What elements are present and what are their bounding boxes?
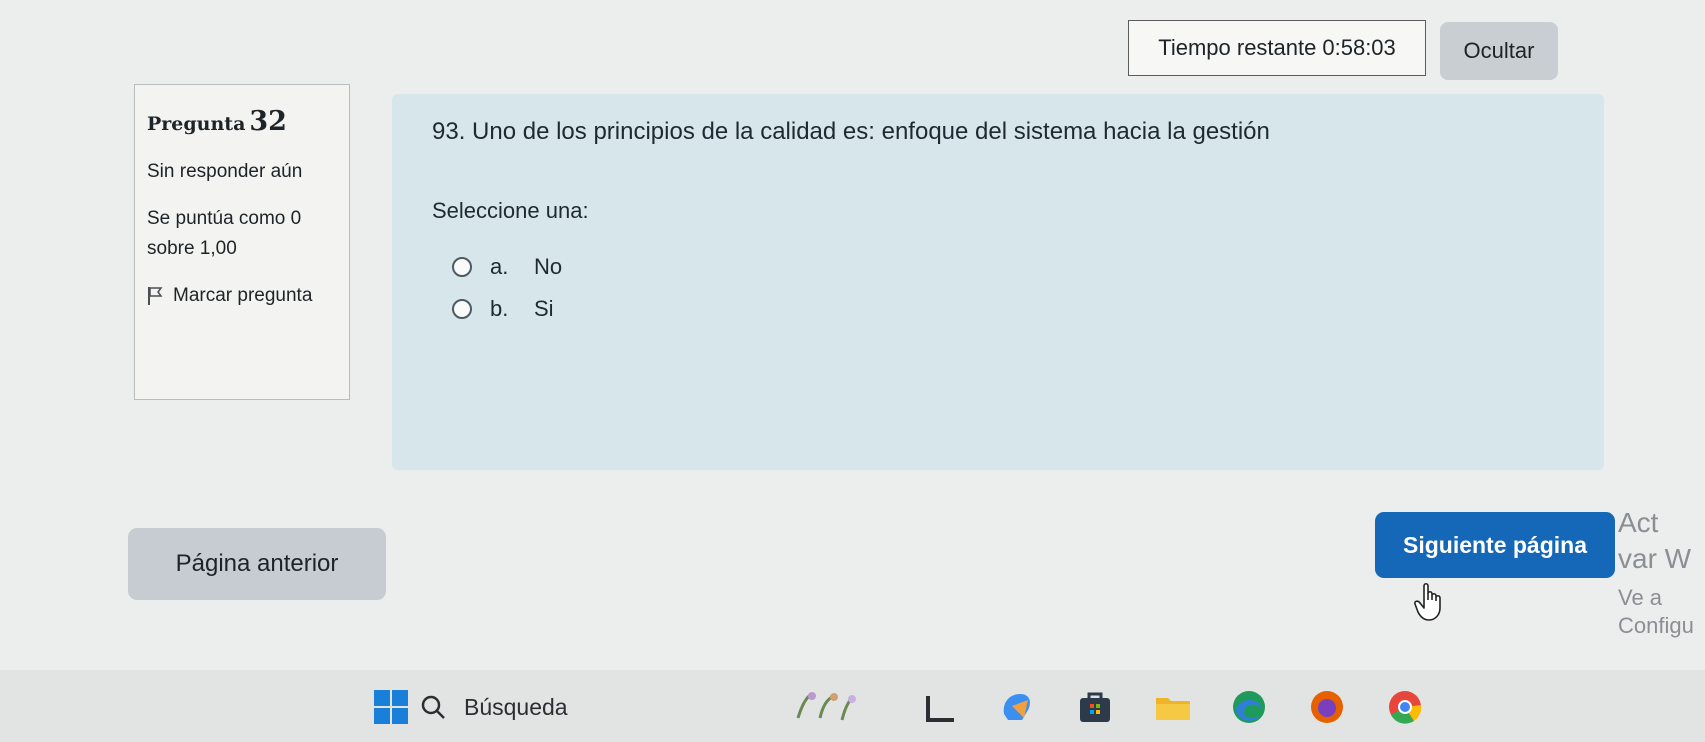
time-remaining-value: 0:58:03 (1322, 35, 1396, 60)
widgets-icon[interactable] (790, 688, 860, 726)
taskbar-search[interactable]: Búsqueda (420, 684, 810, 730)
flag-question-label: Marcar pregunta (173, 285, 313, 307)
question-prompt: Seleccione una: (432, 198, 589, 223)
store-icon[interactable] (1076, 688, 1114, 726)
option-label: No (534, 254, 563, 279)
question-title: Pregunta (147, 113, 246, 135)
option-letter: a. (490, 254, 509, 279)
answer-option-a[interactable]: a. No (452, 254, 562, 280)
task-view-icon[interactable] (922, 688, 960, 726)
question-number: 32 (249, 106, 287, 137)
next-page-button[interactable]: Siguiente página (1375, 512, 1615, 578)
time-remaining-label: Tiempo restante (1158, 35, 1317, 60)
watermark-line-2: Ve a Configu (1618, 584, 1694, 639)
hand-cursor-icon (1414, 582, 1441, 621)
question-heading: Pregunta 32 (147, 101, 337, 143)
chrome-icon[interactable] (1386, 688, 1424, 726)
firefox-icon[interactable] (1308, 688, 1346, 726)
question-info-panel: Pregunta 32 Sin responder aún Se puntúa c… (134, 84, 350, 400)
radio-button[interactable] (452, 257, 472, 277)
radio-button[interactable] (452, 299, 472, 319)
hide-timer-button[interactable]: Ocultar (1440, 22, 1558, 80)
question-panel: 93. Uno de los principios de la calidad … (392, 94, 1604, 470)
answer-option-b[interactable]: b. Si (452, 296, 554, 322)
question-text: 93. Uno de los principios de la calidad … (432, 118, 1270, 145)
flag-icon (148, 287, 163, 306)
search-placeholder: Búsqueda (464, 693, 568, 720)
option-letter: b. (490, 296, 509, 321)
previous-page-button[interactable]: Página anterior (128, 528, 386, 600)
question-state: Sin responder aún (147, 160, 303, 182)
time-remaining: Tiempo restante 0:58:03 (1128, 20, 1426, 76)
file-explorer-icon[interactable] (1154, 688, 1192, 726)
copilot-icon[interactable] (998, 688, 1036, 726)
watermark-line-1: Act var W (1618, 507, 1692, 575)
activation-watermark: Act var W Ve a Configu (1618, 505, 1705, 641)
edge-icon[interactable] (1230, 688, 1268, 726)
taskbar: Búsqueda (0, 670, 1705, 742)
windows-start-icon[interactable] (372, 688, 410, 726)
search-icon (421, 695, 445, 719)
flag-question-link[interactable]: Marcar pregunta (147, 281, 337, 310)
option-label: Si (534, 296, 554, 321)
question-grade: Se puntúa como 0 sobre 1,00 (147, 208, 302, 259)
